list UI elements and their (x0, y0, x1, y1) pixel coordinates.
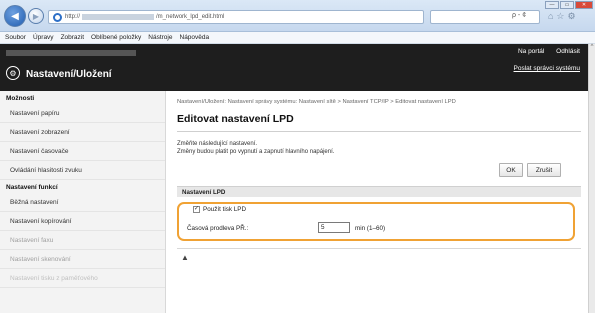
url-host: http:// (65, 14, 81, 20)
use-lpd-checkbox[interactable]: ✓ (193, 206, 200, 213)
breadcrumb: Nastavení/Uložení: Nastavení správy syst… (177, 99, 456, 105)
use-lpd-row: ✓ Použít tisk LPD (193, 206, 246, 213)
sidebar-item-volume[interactable]: Ovládání hlasitosti zvuku (0, 161, 165, 180)
menu-item-help[interactable]: Nápověda (180, 34, 210, 41)
sidebar-item-timer[interactable]: Nastavení časovače (0, 142, 165, 161)
home-star-gear-icons[interactable]: ⌂☆⚙ (548, 11, 579, 22)
back-arrow-icon[interactable]: ◀ (4, 5, 26, 27)
page-title: Editovat nastavení LPD (177, 113, 294, 125)
app-header: ⚙ Nastavení/Uložení Na portál Odhlásit P… (0, 44, 588, 91)
header-links: Na portál Odhlásit (508, 48, 580, 55)
timeout-input[interactable]: 5 (318, 222, 350, 233)
scroll-up-icon[interactable]: ^ (589, 44, 595, 50)
menu-item-file[interactable]: Soubor (5, 34, 26, 41)
sidebar-item-display[interactable]: Nastavení zobrazení (0, 123, 165, 142)
back-to-top-icon[interactable]: ▲ (181, 253, 189, 262)
url-path: /m_network_lpd_edit.html (156, 14, 225, 20)
browser-logo-icon (53, 12, 62, 22)
sidebar: Možnosti Nastavení papíru Nastavení zobr… (0, 91, 166, 313)
main-content: Nastavení/Uložení: Nastavení správy syst… (173, 91, 581, 313)
use-lpd-label[interactable]: Použít tisk LPD (203, 206, 246, 213)
title-divider (177, 131, 581, 132)
footer-divider (177, 248, 581, 249)
browser-titlebar: ◀ ▶ http:// /m_network_lpd_edit.html ρ -… (0, 0, 595, 32)
sidebar-item-paper[interactable]: Nastavení papíru (0, 104, 165, 123)
vertical-scrollbar[interactable]: ^ (588, 44, 595, 313)
section-header-lpd: Nastavení LPD (177, 186, 581, 197)
portal-link[interactable]: Na portál (518, 48, 544, 55)
mail-admin-link[interactable]: Poslat správci systému (514, 65, 580, 72)
sidebar-item-memory-print[interactable]: Nastavení tisku z paměťového (0, 269, 165, 288)
minimize-icon[interactable]: — (545, 1, 559, 9)
sidebar-item-fax[interactable]: Nastavení faxu (0, 231, 165, 250)
sidebar-section-functions: Nastavení funkcí (6, 184, 58, 191)
page-header-title: Nastavení/Uložení (26, 69, 112, 80)
sidebar-item-scan[interactable]: Nastavení skenování (0, 250, 165, 269)
menu-item-tools[interactable]: Nástroje (148, 34, 172, 41)
address-bar[interactable]: http:// /m_network_lpd_edit.html (48, 10, 424, 24)
menu-item-edit[interactable]: Úpravy (33, 34, 54, 41)
description: Změňte následující nastavení. Změny budo… (177, 141, 334, 156)
logout-link[interactable]: Odhlásit (556, 48, 580, 55)
window-controls: — ▭ ✕ (545, 1, 593, 9)
menu-item-favorites[interactable]: Oblíbené položky (91, 34, 141, 41)
description-line-1: Změňte následující nastavení. (177, 141, 258, 147)
close-icon[interactable]: ✕ (575, 1, 593, 9)
description-line-2: Změny budou platit po vypnutí a zapnutí … (177, 148, 335, 155)
maximize-icon[interactable]: ▭ (560, 1, 574, 9)
sidebar-section-options: Možnosti (6, 95, 35, 102)
sidebar-item-copy[interactable]: Nastavení kopírování (0, 212, 165, 231)
timeout-label: Časová prodleva PŘ.: (187, 225, 249, 232)
cancel-button[interactable]: Zrušit (527, 163, 561, 177)
menu-item-view[interactable]: Zobrazit (61, 34, 84, 41)
sidebar-item-common[interactable]: Běžná nastavení (0, 193, 165, 212)
forward-arrow-icon[interactable]: ▶ (28, 8, 44, 24)
timeout-unit: min (1–60) (355, 225, 386, 232)
device-name-masked (6, 50, 136, 56)
url-masked-segment (82, 14, 155, 20)
menu-bar: Soubor Úpravy Zobrazit Oblíbené položky … (0, 32, 595, 44)
settings-gear-icon: ⚙ (6, 66, 20, 80)
ok-button[interactable]: OK (499, 163, 523, 177)
search-icon[interactable]: ρ - ¢ (512, 12, 526, 19)
